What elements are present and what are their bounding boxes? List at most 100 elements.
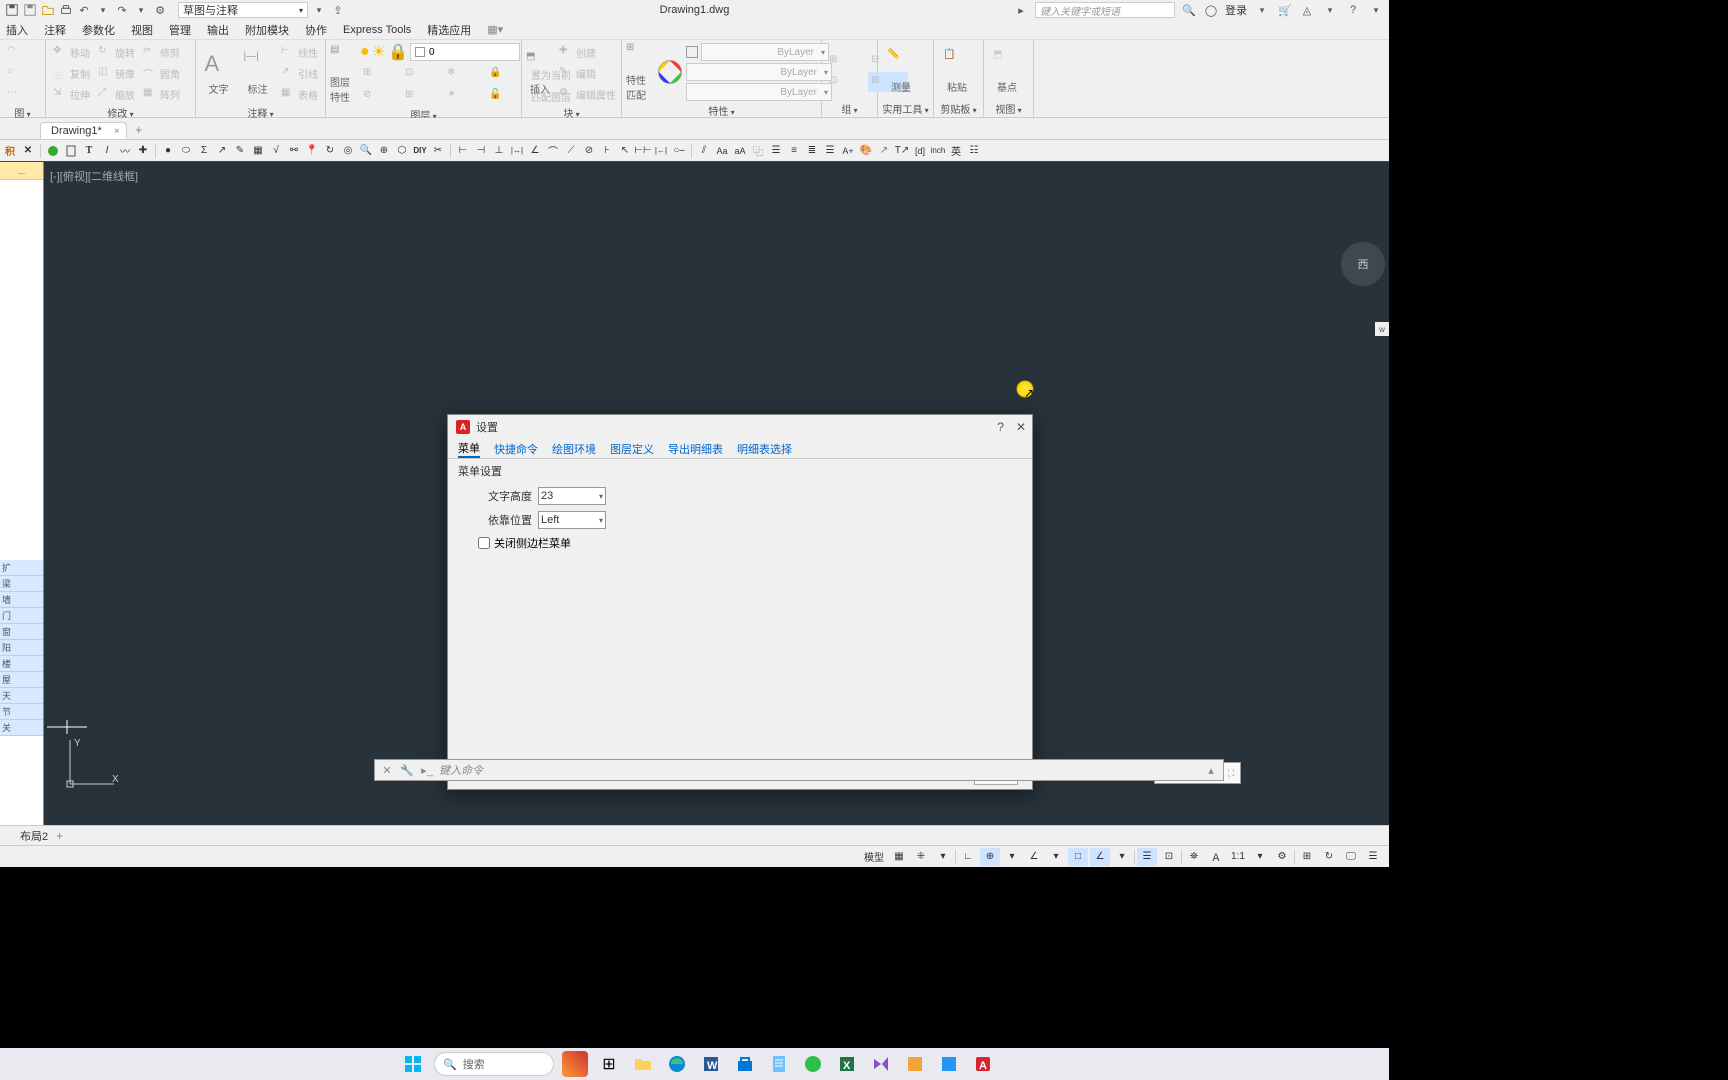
dlg-tab-select[interactable]: 明细表选择 (737, 441, 792, 457)
sb-model[interactable]: 模型 (861, 848, 887, 866)
layer-iso[interactable]: ⊡ (402, 64, 442, 84)
menu-addins[interactable]: 附加模块 (245, 22, 289, 38)
sb-gear-icon[interactable]: ⚙ (1272, 848, 1292, 866)
tool-sqrt-icon[interactable]: √ (268, 143, 284, 159)
login-dropdown-icon[interactable]: ▾ (1253, 2, 1271, 18)
btn-text[interactable]: A文字 (200, 51, 237, 96)
menu-parametric[interactable]: 参数化 (82, 22, 115, 38)
menu-express[interactable]: Express Tools (343, 24, 411, 36)
tool-diy-icon[interactable]: DIY (412, 143, 428, 159)
dlg-tab-env[interactable]: 绘图环境 (552, 441, 596, 457)
tool-clr-icon[interactable]: 🎨 (858, 143, 874, 159)
open-icon[interactable] (40, 2, 56, 18)
tool-sigma-icon[interactable]: Σ (196, 143, 212, 159)
tool-rad-icon[interactable]: ⟋ (563, 143, 579, 159)
tool-o-icon[interactable]: ○– (671, 143, 687, 159)
btn-table[interactable]: ▦表格 (278, 84, 321, 104)
dlg-tab-menu[interactable]: 菜单 (458, 440, 480, 458)
sb-dd5-icon[interactable]: ▾ (1250, 848, 1270, 866)
model-canvas[interactable]: [-][俯视][二维线框] 西 w YX A 设置 ? ✕ 菜单 (44, 162, 1389, 825)
layer-lock[interactable]: 🔒 (486, 64, 526, 84)
menu-annotate[interactable]: 注释 (44, 22, 66, 38)
tool-page-icon[interactable] (63, 143, 79, 159)
layer-thaw[interactable]: ☀ (444, 86, 484, 106)
btn-layerprops[interactable]: ▤图层特性 (330, 44, 358, 104)
btn-fillet[interactable]: ⌒圆角 (140, 63, 183, 83)
viewport-label[interactable]: [-][俯视][二维线框] (50, 168, 138, 184)
new-tab-button[interactable]: + (129, 121, 149, 139)
sb-refresh-icon[interactable]: ↻ (1319, 848, 1339, 866)
help-dropdown-icon[interactable]: ▾ (1367, 2, 1385, 18)
menu-featured[interactable]: 精选应用 (427, 22, 471, 38)
tool-link-icon[interactable]: ⚯ (286, 143, 302, 159)
btn-matchprops[interactable]: ⊞特性匹配 (626, 42, 654, 102)
tb-vs-icon[interactable] (868, 1051, 894, 1077)
group-2[interactable]: ⊡ (826, 72, 866, 92)
palette-item[interactable]: 天 (0, 688, 43, 704)
tool-angle-icon[interactable]: ∠ (527, 143, 543, 159)
tool-inch-icon[interactable]: inch (930, 143, 946, 159)
sb-tpy-icon[interactable]: ⊡ (1159, 848, 1179, 866)
save-icon[interactable] (4, 2, 20, 18)
btn-array[interactable]: ▦阵列 (140, 84, 183, 104)
tool-globe-icon[interactable]: ⊕ (376, 143, 392, 159)
tool-arrow-icon[interactable]: ↗ (214, 143, 230, 159)
tool-igreen-icon[interactable]: ↗ (876, 143, 892, 159)
palette-tab[interactable]: ... (0, 162, 43, 180)
layout-tab-2[interactable]: 布局2 (20, 828, 48, 844)
palette-item[interactable]: 门 (0, 608, 43, 624)
sb-dd-icon[interactable]: ▾ (933, 848, 953, 866)
btn-linear[interactable]: ⊢线性 (278, 42, 321, 62)
sb-sw-icon[interactable]: ⊞ (1297, 848, 1317, 866)
btn-copy[interactable]: ⿻复制 (50, 63, 93, 83)
palette-item[interactable]: 关 (0, 720, 43, 736)
palette-item[interactable]: 墙 (0, 592, 43, 608)
tool-aplus-icon[interactable]: A+ (840, 143, 856, 159)
dlg-tab-export[interactable]: 导出明细表 (668, 441, 723, 457)
tool-area-icon[interactable]: 积 (2, 143, 18, 159)
tb-edge-icon[interactable] (664, 1051, 690, 1077)
draw-arc[interactable]: ◠ (4, 42, 44, 62)
sb-ortho-icon[interactable]: ∟ (958, 848, 978, 866)
tool-dim2-icon[interactable]: ⊣ (473, 143, 489, 159)
sb-snap-icon[interactable]: ⁜ (911, 848, 931, 866)
palette-item[interactable]: 窗 (0, 624, 43, 640)
sb-grid-icon[interactable]: ▦ (889, 848, 909, 866)
autodesk-icon[interactable]: ◬ (1299, 2, 1315, 18)
cmd-close-icon[interactable]: ✕ (379, 762, 395, 778)
sb-dd4-icon[interactable]: ▾ (1112, 848, 1132, 866)
tb-autocad-icon[interactable]: A (970, 1051, 996, 1077)
panel-clip-label[interactable]: 剪贴板 (938, 100, 979, 117)
tb-taskview-icon[interactable]: ⊞ (596, 1051, 622, 1077)
tool-ord-icon[interactable]: ⊦ (599, 143, 615, 159)
tool-italic-icon[interactable]: I (99, 143, 115, 159)
tool-aa2-icon[interactable]: aA (732, 143, 748, 159)
tool-arc-icon[interactable]: ⌒ (545, 143, 561, 159)
tb-excel-icon[interactable]: X (834, 1051, 860, 1077)
redo-dropdown-icon[interactable]: ▾ (132, 2, 150, 18)
sb-monitor-icon[interactable]: 🖵 (1341, 848, 1361, 866)
bullet-icon[interactable]: ▸ (1013, 2, 1029, 18)
tool-dot-icon[interactable]: ● (160, 143, 176, 159)
tool-last-icon[interactable]: ☷ (966, 143, 982, 159)
btn-scale[interactable]: ⤢缩放 (95, 84, 138, 104)
ime-expand-icon[interactable]: ⛶ (1228, 768, 1234, 779)
login-link[interactable]: 登录 (1225, 2, 1247, 18)
btn-move[interactable]: ✥移动 (50, 42, 93, 62)
btn-create[interactable]: ✚创建 (556, 42, 619, 62)
gear-icon[interactable]: ⚙ (152, 2, 168, 18)
menu-manage[interactable]: 管理 (169, 22, 191, 38)
palette-item[interactable]: 楼 (0, 656, 43, 672)
tb-app3-icon[interactable] (936, 1051, 962, 1077)
combo-dock[interactable]: Left (538, 511, 606, 529)
sb-anno-icon[interactable]: ⛯ (1184, 848, 1204, 866)
viewcube[interactable]: 西 (1341, 242, 1385, 286)
tool-rot-icon[interactable]: ↻ (322, 143, 338, 159)
sb-scale[interactable]: 1:1 (1228, 848, 1248, 866)
menu-output[interactable]: 输出 (207, 22, 229, 38)
tool-wave-icon[interactable]: 〰 (117, 143, 133, 159)
tool-align-c-icon[interactable]: ≣ (804, 143, 820, 159)
tool-plus-icon[interactable]: ✚ (135, 143, 151, 159)
cart-icon[interactable]: 🛒 (1277, 2, 1293, 18)
tool-ellipse-icon[interactable]: ⬭ (178, 143, 194, 159)
